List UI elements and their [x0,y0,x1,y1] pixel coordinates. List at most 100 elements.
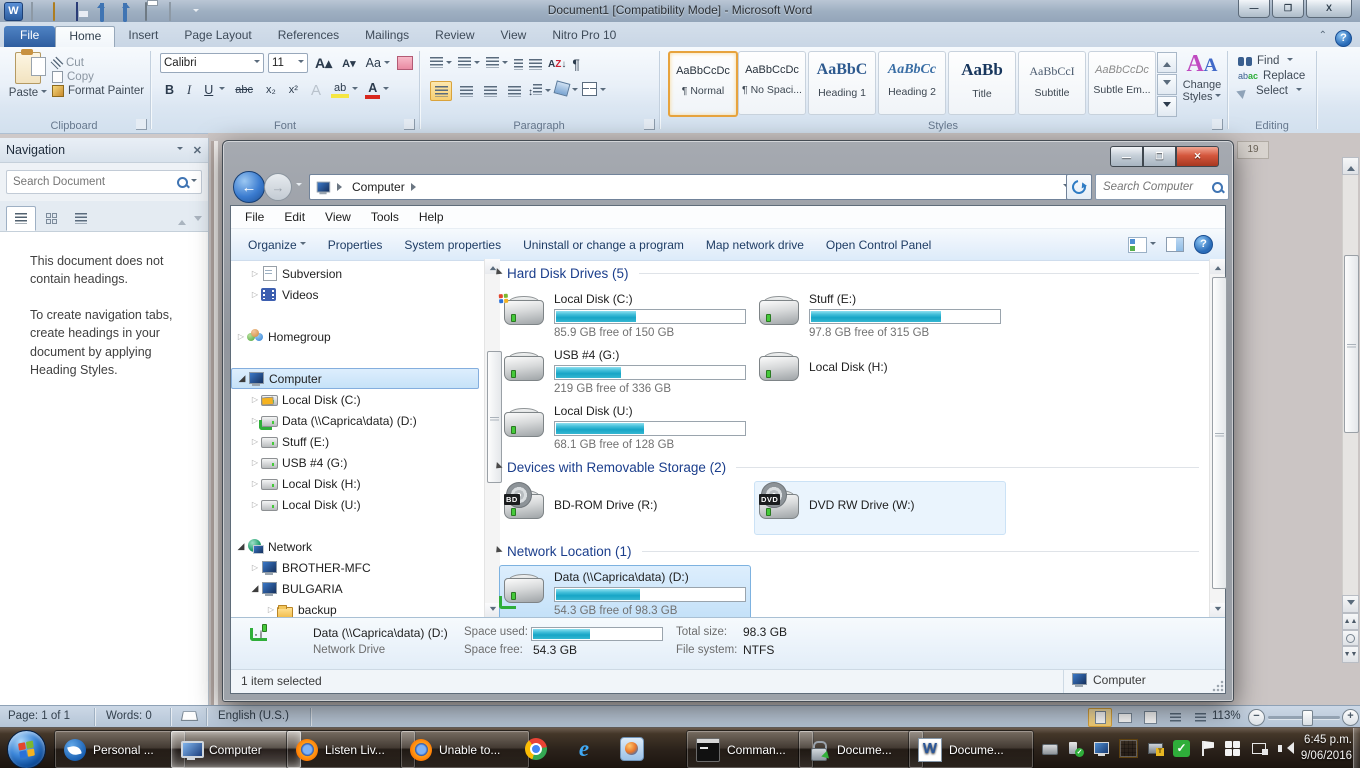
bullets-button[interactable] [430,55,452,73]
expander-icon[interactable]: ▷ [235,332,247,341]
tab-view[interactable]: View [488,26,540,48]
tray-drive-icon[interactable] [1041,740,1058,757]
refresh-button[interactable] [1066,174,1092,200]
tree-item-videos[interactable]: ▷Videos [231,284,483,305]
select-browse-object-icon[interactable] [1342,630,1359,646]
navigation-search-input[interactable] [11,175,177,189]
map-network-drive-button[interactable]: Map network drive [695,238,815,252]
sort-button[interactable]: AZ↓ [548,59,566,70]
tree-item-usb4-g[interactable]: ▷USB #4 (G:) [231,452,483,473]
tree-item-local-disk-c[interactable]: ▷Local Disk (C:) [231,389,483,410]
paste-button[interactable]: Paste [8,52,48,124]
grow-font-button[interactable]: A▴ [312,55,335,72]
expander-icon[interactable]: ▷ [249,479,261,488]
preview-pane-icon[interactable] [1166,237,1184,252]
resize-grip[interactable] [1212,680,1224,692]
change-styles-button[interactable]: AA Change Styles [1178,51,1226,125]
numbering-button[interactable] [458,55,480,73]
menu-file[interactable]: File [235,210,274,224]
explorer-minimize-button[interactable]: — [1110,146,1143,167]
drive-tile-d-selected[interactable]: Data (\\Caprica\data) (D:)54.3 GB free o… [499,565,751,618]
cut-button[interactable]: Cut [52,57,144,69]
borders-button[interactable] [582,82,606,101]
properties-button[interactable]: Properties [317,238,394,252]
files-scroll-up-icon[interactable] [1210,259,1225,274]
style-subtle-emphasis[interactable]: AaBbCcDcSubtle Em... [1088,51,1156,115]
files-scrollbar[interactable] [1209,259,1225,618]
back-button[interactable]: ← [233,171,265,203]
expander-icon[interactable]: ▷ [249,437,261,446]
find-button[interactable]: Find [1238,55,1305,67]
styles-more-icon[interactable] [1157,96,1177,117]
tab-page-layout[interactable]: Page Layout [171,26,264,48]
styles-dialog-launcher[interactable] [1212,119,1223,130]
drive-tile-u[interactable]: Local Disk (U:)68.1 GB free of 128 GB [499,399,751,457]
forward-button[interactable]: → [264,173,292,201]
drive-tile-w[interactable]: DVD DVD RW Drive (W:) [754,481,1006,535]
expander-icon[interactable]: ▷ [249,290,261,299]
tab-home[interactable]: Home [55,26,115,49]
style-no-spacing[interactable]: AaBbCcDc¶ No Spaci... [738,51,806,115]
zoom-slider-track[interactable] [1268,716,1340,719]
page-count[interactable]: Page: 1 of 1 [8,710,70,722]
expander-icon[interactable]: ▷ [249,563,261,572]
select-button[interactable]: Select [1238,85,1305,97]
style-heading1[interactable]: AaBbCHeading 1 [808,51,876,115]
taskbar-button-computer[interactable]: Computer [170,730,302,768]
taskbar-button-locked-document[interactable]: Docume... [798,730,924,768]
files-scroll-down-icon[interactable] [1210,603,1225,618]
draft-view-icon[interactable] [1188,708,1212,727]
superscript-button[interactable]: x² [286,84,301,96]
views-button[interactable] [1128,237,1156,253]
word-count[interactable]: Words: 0 [106,710,152,722]
taskbar-button-command-prompt[interactable]: Comman... [686,730,814,768]
menu-help[interactable]: Help [409,210,454,224]
tray-action-center-icon[interactable] [1199,740,1216,757]
subscript-button[interactable]: x₂ [263,84,279,96]
navigation-search-box[interactable] [6,170,202,194]
highlight-button[interactable]: ab [331,82,349,98]
paragraph-dialog-launcher[interactable] [644,119,655,130]
taskbar-button-word-document[interactable]: Docume... [908,730,1034,768]
tray-antivirus-icon[interactable]: ✓ [1173,740,1190,757]
tree-item-bulgaria[interactable]: ◢BULGARIA [231,578,483,599]
section-network-location[interactable]: Network Location (1) [492,543,1199,560]
drive-tile-c[interactable]: Local Disk (C:)85.9 GB free of 150 GB [499,287,751,345]
section-collapse-icon[interactable] [490,461,502,473]
section-collapse-icon[interactable] [490,545,502,557]
show-paragraph-marks-button[interactable]: ¶ [572,56,580,72]
explorer-search-input[interactable] [1101,180,1212,194]
tray-display-icon[interactable] [1093,740,1110,757]
style-subtitle[interactable]: AaBbCcISubtitle [1018,51,1086,115]
print-layout-view-icon[interactable] [1088,708,1112,727]
font-size-combo[interactable]: 11 [268,53,308,73]
multilevel-list-button[interactable] [486,55,508,73]
tree-item-backup[interactable]: ▷backup [231,599,483,618]
taskbar-pin-media-player[interactable] [618,735,646,763]
explorer-help-icon[interactable]: ? [1194,235,1213,254]
align-left-button[interactable] [430,81,452,101]
tray-app-amber-icon[interactable] [1119,739,1138,758]
word-scrollbar-thumb[interactable] [1344,255,1359,433]
tree-item-homegroup[interactable]: ▷Homegroup [231,326,483,347]
tree-item-network[interactable]: ◢Network [231,536,483,557]
tree-item-stuff-e[interactable]: ▷Stuff (E:) [231,431,483,452]
word-vertical-scrollbar[interactable]: ▲▲ ▼▼ [1342,157,1357,663]
drive-tile-r[interactable]: BD BD-ROM Drive (R:) [499,481,751,535]
tray-safely-remove-icon[interactable]: ✓ [1067,740,1084,757]
word-close-button[interactable]: X [1306,0,1352,18]
tray-network-icon[interactable] [1251,740,1268,757]
taskbar-clock[interactable]: 6:45 p.m. 9/06/2016 [1296,732,1352,764]
expander-icon[interactable]: ▷ [249,395,261,404]
section-removable-storage[interactable]: Devices with Removable Storage (2) [492,459,1199,476]
address-bar[interactable]: Computer [309,174,1075,200]
tray-get-windows10-icon[interactable] [1225,740,1242,757]
tree-item-brother-mfc[interactable]: ▷BROTHER-MFC [231,557,483,578]
fullscreen-reading-view-icon[interactable] [1113,708,1137,727]
navigation-close-icon[interactable]: ✕ [193,144,202,157]
tray-laptop-icon[interactable]: T [1147,740,1164,757]
italic-button[interactable]: I [184,83,194,98]
font-color-button[interactable]: A [365,81,380,99]
next-page-icon[interactable]: ▼▼ [1342,646,1359,663]
expander-icon[interactable]: ▷ [265,605,277,614]
